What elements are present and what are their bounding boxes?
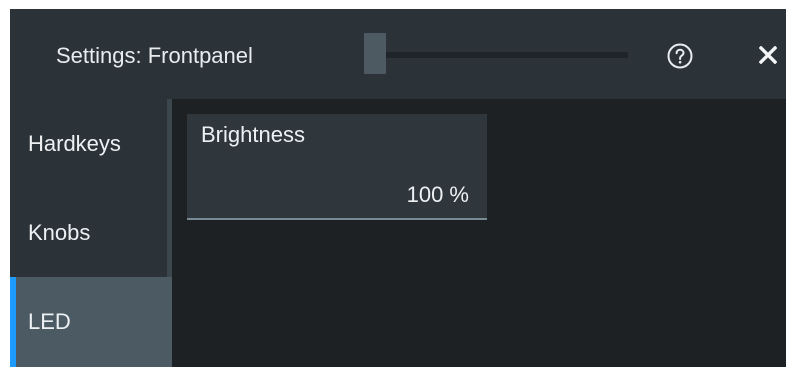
field-underline <box>187 218 487 220</box>
brightness-field[interactable]: Brightness 100 % <box>187 114 487 220</box>
transparency-slider-track[interactable] <box>375 52 628 58</box>
sidebar-item-label: Knobs <box>28 219 91 245</box>
brightness-value: 100 % <box>406 182 469 207</box>
sidebar-item-label: Hardkeys <box>28 130 121 156</box>
sidebar-item-label: LED <box>28 309 71 334</box>
sidebar-divider <box>167 99 172 277</box>
selected-indicator <box>10 277 16 367</box>
close-icon[interactable] <box>759 46 777 64</box>
sidebar-item-knobs[interactable]: Knobs <box>10 188 167 277</box>
title-bar: Settings: Frontpanel <box>10 9 786 99</box>
settings-dialog: Settings: Frontpanel Hardkeys Knobs LED … <box>10 9 786 367</box>
help-icon[interactable] <box>667 43 693 69</box>
sidebar-item-led[interactable]: LED <box>10 277 172 367</box>
dialog-title: Settings: Frontpanel <box>56 43 253 68</box>
transparency-slider-handle[interactable] <box>364 33 386 74</box>
brightness-label: Brightness <box>201 122 305 147</box>
sidebar-item-hardkeys[interactable]: Hardkeys <box>10 99 167 188</box>
